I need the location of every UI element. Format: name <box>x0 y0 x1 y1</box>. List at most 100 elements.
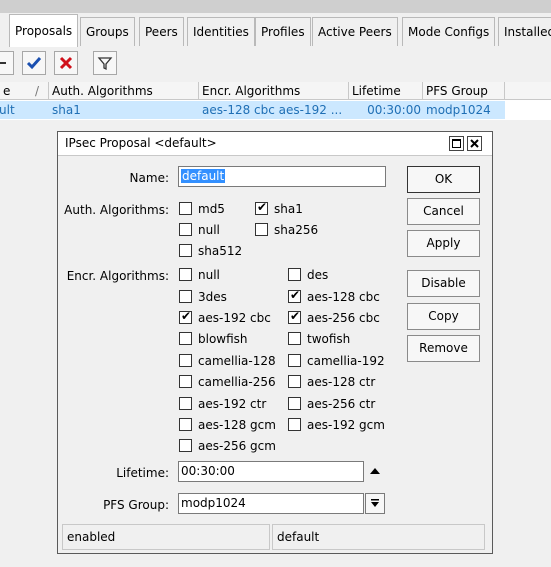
column-header-lifetime[interactable]: Lifetime <box>349 82 423 100</box>
checkbox-aes-128-ctr[interactable]: aes-128 ctr <box>288 375 375 391</box>
checkbox-aes-192-cbc[interactable]: ✔ aes-192 cbc <box>179 309 271 327</box>
checkmark-icon: ✔ <box>290 288 301 302</box>
column-header-pfs[interactable]: PFS Group <box>423 82 505 100</box>
maximize-icon[interactable] <box>449 136 464 151</box>
checkbox-sha256[interactable]: sha256 <box>255 223 318 239</box>
checkbox-box <box>255 223 268 236</box>
checkbox-encr-null[interactable]: null <box>179 268 220 284</box>
toolbar <box>0 47 551 81</box>
checkbox-box: ✔ <box>255 200 268 215</box>
checkbox-sha1[interactable]: ✔ sha1 <box>255 200 303 218</box>
checkbox-aes-192-gcm[interactable]: aes-192 gcm <box>288 418 385 434</box>
checkbox-box <box>288 332 301 345</box>
filter-button[interactable] <box>93 51 117 75</box>
lifetime-toggle-icon[interactable] <box>369 465 381 477</box>
name-value: default <box>181 169 226 183</box>
checkmark-icon: ✔ <box>257 200 268 214</box>
dropdown-button[interactable] <box>365 493 385 514</box>
status-enabled: enabled <box>62 524 270 550</box>
dialog-title: IPsec Proposal <default> <box>65 136 217 150</box>
remove-button[interactable] <box>0 51 14 75</box>
ipsec-proposal-dialog: IPsec Proposal <default> Name: default A… <box>57 131 493 554</box>
checkbox-aes-128-cbc[interactable]: ✔ aes-128 cbc <box>288 288 380 306</box>
checkbox-box: ✔ <box>288 288 301 303</box>
remove-dialog-button[interactable]: Remove <box>407 335 480 362</box>
checkbox-aes-256-ctr[interactable]: aes-256 ctr <box>288 397 375 413</box>
encr-algorithms-label: Encr. Algorithms: <box>66 269 169 283</box>
close-icon[interactable] <box>467 136 482 151</box>
table-cell: modp1024 <box>426 103 491 117</box>
cancel-button[interactable]: Cancel <box>407 198 480 225</box>
table-row[interactable]: ult sha1 aes-128 cbc aes-192 ... 00:30:0… <box>0 101 505 119</box>
name-label: Name: <box>129 171 169 185</box>
column-header-auth[interactable]: Auth. Algorithms <box>49 82 199 100</box>
checkbox-aes-128-gcm[interactable]: aes-128 gcm <box>179 418 276 434</box>
minus-icon <box>0 62 6 64</box>
enable-button[interactable] <box>22 51 46 75</box>
pfs-group-select[interactable]: modp1024 <box>178 493 364 514</box>
tab-groups[interactable]: Groups <box>80 17 135 46</box>
name-field[interactable]: default <box>178 166 386 187</box>
checkbox-md5[interactable]: md5 <box>179 202 225 218</box>
tab-identities[interactable]: Identities <box>187 17 255 46</box>
lifetime-label: Lifetime: <box>116 466 169 480</box>
checkbox-camellia-256[interactable]: camellia-256 <box>179 375 276 391</box>
tab-peers[interactable]: Peers <box>139 17 184 46</box>
checkbox-box <box>288 397 301 410</box>
checkbox-box <box>179 418 192 431</box>
window-top-strip <box>0 0 551 13</box>
checkbox-box <box>288 418 301 431</box>
checkmark-icon: ✔ <box>181 309 192 323</box>
checkbox-box <box>179 397 192 410</box>
ok-button[interactable]: OK <box>407 166 480 193</box>
checkbox-box <box>179 202 192 215</box>
checkbox-aes-256-cbc[interactable]: ✔ aes-256 cbc <box>288 309 380 327</box>
checkbox-camellia-192[interactable]: camellia-192 <box>288 354 385 370</box>
pfs-group-label: PFS Group: <box>103 498 169 512</box>
proposals-table: e / Auth. Algorithms Encr. Algorithms Li… <box>0 82 551 120</box>
filter-icon <box>97 57 113 71</box>
sort-icon: / <box>35 84 40 98</box>
checkbox-box <box>288 268 301 281</box>
disable-dialog-button[interactable]: Disable <box>407 270 480 297</box>
checkbox-box <box>179 375 192 388</box>
column-header-encr[interactable]: Encr. Algorithms <box>199 82 349 100</box>
checkbox-box <box>179 223 192 236</box>
checkbox-twofish[interactable]: twofish <box>288 332 350 348</box>
checkmark-icon: ✔ <box>290 309 301 323</box>
tab-mode-configs[interactable]: Mode Configs <box>402 17 496 46</box>
column-header[interactable]: e / <box>0 82 49 100</box>
dropdown-arrow-icon <box>371 499 379 507</box>
checkbox-box <box>288 354 301 367</box>
checkbox-camellia-128[interactable]: camellia-128 <box>179 354 276 370</box>
checkbox-des[interactable]: des <box>288 268 328 284</box>
auth-algorithms-label: Auth. Algorithms: <box>64 203 169 217</box>
tab-installed[interactable]: Installed <box>498 17 551 46</box>
checkbox-box <box>179 268 192 281</box>
checkbox-box <box>179 244 192 257</box>
checkbox-box: ✔ <box>288 309 301 324</box>
table-cell: ult <box>0 103 15 117</box>
table-cell: sha1 <box>52 103 81 117</box>
table-cell: 00:30:00 <box>367 103 421 117</box>
column-header-empty <box>505 82 551 100</box>
tab-profiles[interactable]: Profiles <box>255 17 311 46</box>
tab-active-peers[interactable]: Active Peers <box>312 17 398 46</box>
lifetime-field[interactable]: 00:30:00 <box>178 461 364 482</box>
checkbox-blowfish[interactable]: blowfish <box>179 332 248 348</box>
checkbox-aes-192-ctr[interactable]: aes-192 ctr <box>179 397 266 413</box>
apply-button[interactable]: Apply <box>407 230 480 257</box>
check-icon <box>26 57 42 70</box>
dialog-titlebar[interactable]: IPsec Proposal <default> <box>58 132 492 156</box>
checkbox-null[interactable]: null <box>179 223 220 239</box>
checkbox-box <box>288 375 301 388</box>
disable-button[interactable] <box>54 51 78 75</box>
checkbox-sha512[interactable]: sha512 <box>179 244 242 260</box>
checkbox-box <box>179 439 192 452</box>
copy-button[interactable]: Copy <box>407 303 480 330</box>
checkbox-box <box>179 332 192 345</box>
tab-proposals[interactable]: Proposals <box>9 14 79 47</box>
checkbox-aes-256-gcm[interactable]: aes-256 gcm <box>179 439 276 455</box>
x-icon <box>59 56 73 70</box>
checkbox-3des[interactable]: 3des <box>179 290 227 306</box>
